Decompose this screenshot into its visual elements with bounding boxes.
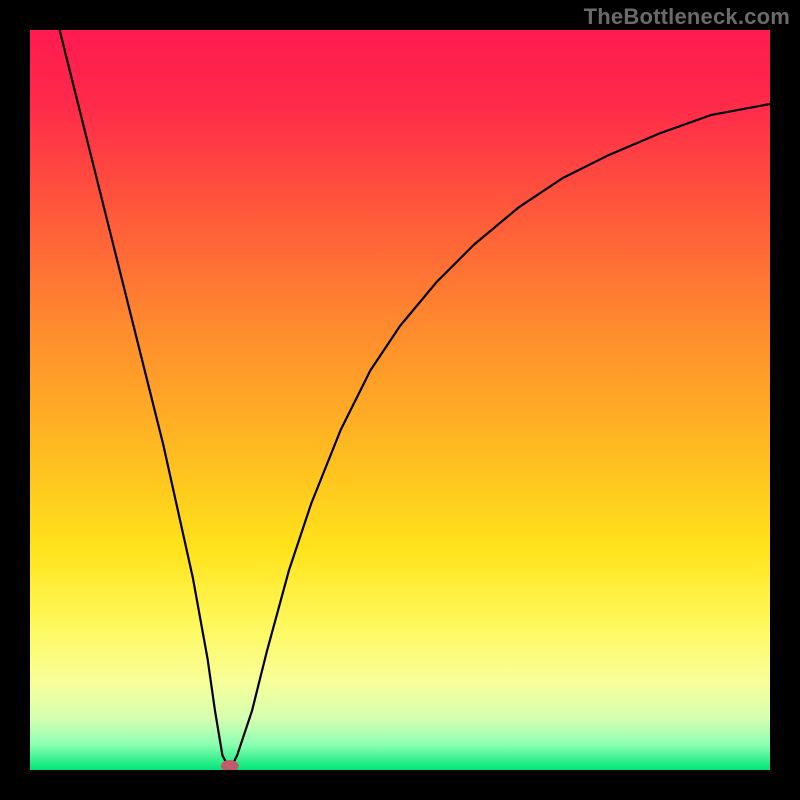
watermark-text: TheBottleneck.com [584,4,790,30]
chart-stage: TheBottleneck.com [0,0,800,800]
optimal-point-marker [221,760,239,770]
plot-area [30,30,770,770]
chart-svg [30,30,770,770]
bottleneck-curve [60,30,770,770]
